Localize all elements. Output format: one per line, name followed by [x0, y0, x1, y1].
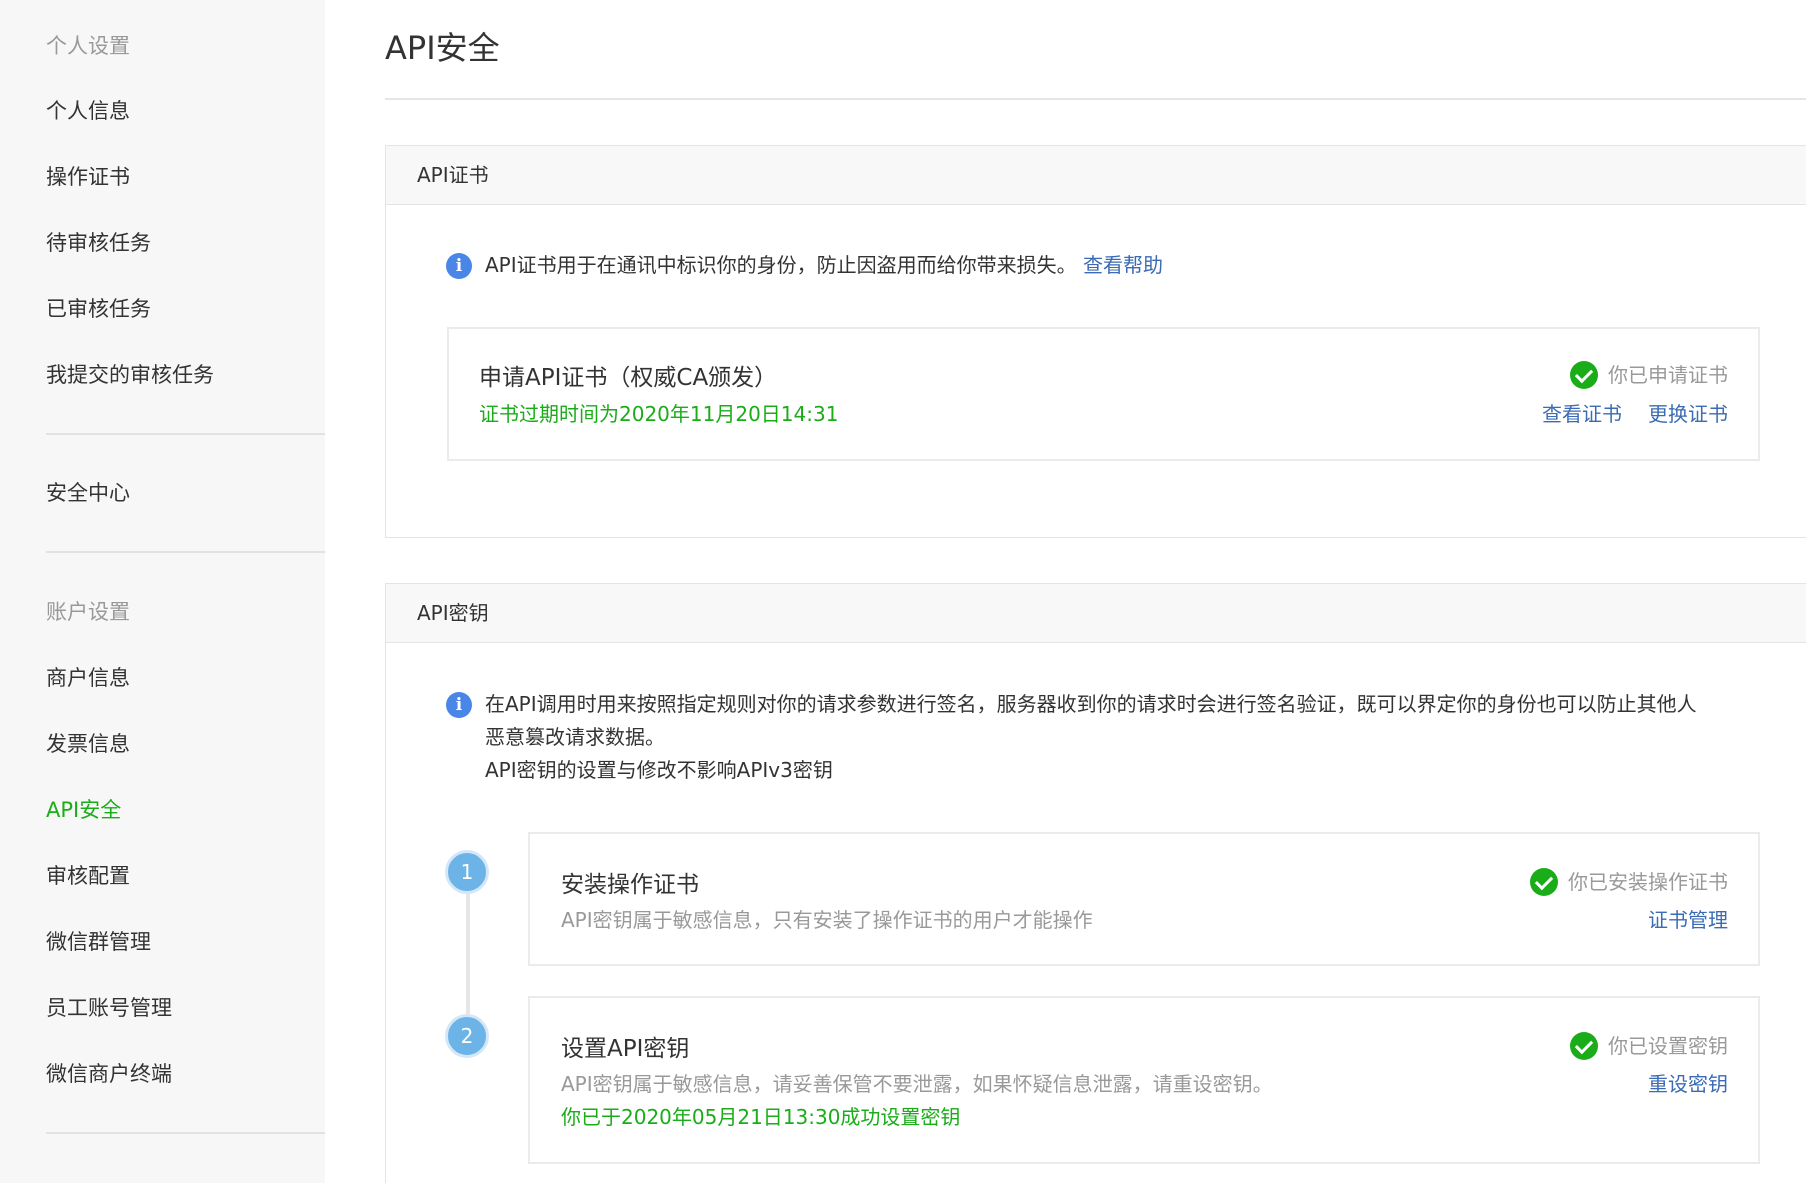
cert-status: 你已申请证书: [1570, 361, 1728, 389]
sidebar-divider: [46, 1132, 325, 1134]
check-circle-icon: [1570, 1032, 1598, 1060]
sidebar-item-staff-accounts[interactable]: 员工账号管理: [46, 994, 172, 1022]
sidebar-item-review-config[interactable]: 审核配置: [46, 862, 130, 890]
step-card-set-key: 设置API密钥 API密钥属于敏感信息，请妥善保管不要泄露，如果怀疑信息泄露，请…: [528, 996, 1760, 1164]
api-cert-card: 申请API证书（权威CA颁发） 证书过期时间为2020年11月20日14:31 …: [447, 327, 1760, 461]
api-key-info-line1: 在API调用时用来按照指定规则对你的请求参数进行签名，服务器收到你的请求时会进行…: [485, 692, 1697, 716]
step-description: API密钥属于敏感信息，只有安装了操作证书的用户才能操作: [561, 908, 1093, 932]
sidebar-section-personal: 个人设置: [46, 34, 130, 58]
api-key-info-line2: 恶意篡改请求数据。: [485, 725, 665, 749]
check-circle-icon: [1570, 361, 1598, 389]
api-cert-info-text: API证书用于在通讯中标识你的身份，防止因盗用而给你带来损失。: [485, 253, 1077, 277]
step-title: 安装操作证书: [561, 872, 699, 898]
step-actions: 证书管理: [1648, 906, 1728, 934]
step-description: API密钥属于敏感信息，请妥善保管不要泄露，如果怀疑信息泄露，请重设密钥。: [561, 1072, 1273, 1096]
sidebar-section-account: 账户设置: [46, 600, 130, 624]
sidebar-item-merchant-terminal[interactable]: 微信商户终端: [46, 1060, 172, 1088]
step-number-1: 1: [445, 850, 489, 894]
step-status: 你已设置密钥: [1570, 1032, 1728, 1060]
reset-key-link[interactable]: 重设密钥: [1648, 1070, 1728, 1098]
key-set-time-text: 你已于2020年05月21日13:30成功设置密钥: [561, 1105, 961, 1129]
cert-management-link[interactable]: 证书管理: [1648, 906, 1728, 934]
sidebar-item-pending-review[interactable]: 待审核任务: [46, 229, 151, 257]
step-title: 设置API密钥: [561, 1036, 690, 1062]
step-status: 你已安装操作证书: [1530, 868, 1728, 896]
title-divider: [385, 98, 1806, 100]
api-cert-panel-header: API证书: [386, 146, 1806, 205]
step-number-2: 2: [445, 1014, 489, 1058]
sidebar-item-api-security[interactable]: API安全: [46, 796, 121, 824]
sidebar-item-security-center[interactable]: 安全中心: [46, 479, 130, 507]
sidebar-divider: [46, 551, 325, 553]
api-key-info-line3: API密钥的设置与修改不影响APIv3密钥: [485, 758, 833, 782]
step-status-label: 你已设置密钥: [1608, 1034, 1728, 1058]
help-link[interactable]: 查看帮助: [1083, 253, 1163, 277]
sidebar-item-wechat-group[interactable]: 微信群管理: [46, 928, 151, 956]
sidebar-item-invoice-info[interactable]: 发票信息: [46, 730, 130, 758]
api-key-info: 在API调用时用来按照指定规则对你的请求参数进行签名，服务器收到你的请求时会进行…: [485, 688, 1785, 787]
view-cert-link[interactable]: 查看证书: [1542, 400, 1622, 428]
info-icon: i: [446, 253, 472, 279]
info-icon: i: [446, 692, 472, 718]
replace-cert-link[interactable]: 更换证书: [1648, 400, 1728, 428]
cert-status-label: 你已申请证书: [1608, 363, 1728, 387]
cert-actions: 查看证书 更换证书: [1542, 400, 1728, 428]
page-title: API安全: [385, 29, 500, 67]
sidebar-item-personal-info[interactable]: 个人信息: [46, 97, 130, 125]
sidebar-item-merchant-info[interactable]: 商户信息: [46, 664, 130, 692]
step-status-label: 你已安装操作证书: [1568, 870, 1728, 894]
check-circle-icon: [1530, 868, 1558, 896]
step-actions: 重设密钥: [1648, 1070, 1728, 1098]
sidebar: 个人设置 个人信息 操作证书 待审核任务 已审核任务 我提交的审核任务 安全中心…: [0, 0, 325, 1183]
cert-expiry-text: 证书过期时间为2020年11月20日14:31: [479, 402, 839, 426]
api-cert-card-title: 申请API证书（权威CA颁发）: [479, 365, 778, 391]
step-card-install-cert: 安装操作证书 API密钥属于敏感信息，只有安装了操作证书的用户才能操作 你已安装…: [528, 832, 1760, 966]
api-cert-info: API证书用于在通讯中标识你的身份，防止因盗用而给你带来损失。 查看帮助: [485, 249, 1163, 282]
sidebar-item-my-submitted[interactable]: 我提交的审核任务: [46, 361, 214, 389]
sidebar-divider: [46, 433, 325, 435]
sidebar-item-operation-cert[interactable]: 操作证书: [46, 163, 130, 191]
api-key-panel-header: API密钥: [386, 584, 1806, 643]
sidebar-item-reviewed[interactable]: 已审核任务: [46, 295, 151, 323]
